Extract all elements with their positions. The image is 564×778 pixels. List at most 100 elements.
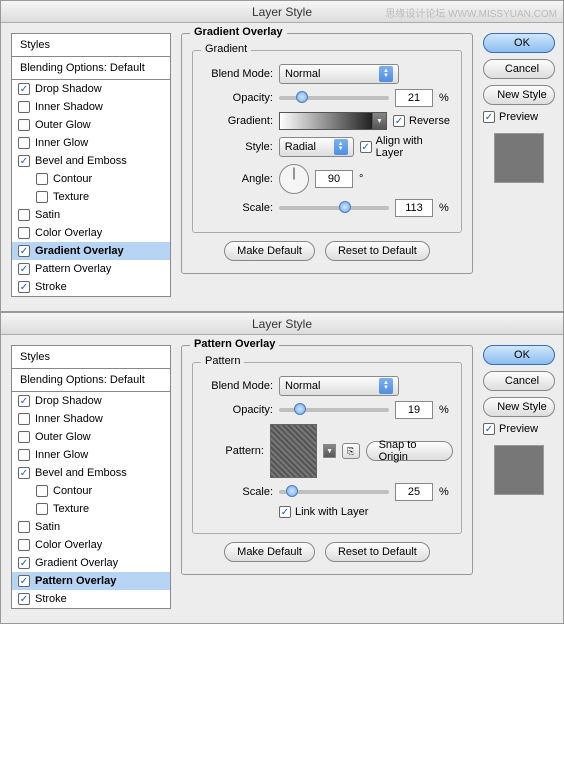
new-preset-button[interactable]: ⎘ xyxy=(342,443,360,459)
reset-default-button[interactable]: Reset to Default xyxy=(325,542,430,562)
cancel-button[interactable]: Cancel xyxy=(483,59,555,79)
style-item[interactable]: Gradient Overlay xyxy=(12,242,170,260)
style-item[interactable]: Pattern Overlay xyxy=(12,572,170,590)
blending-options[interactable]: Blending Options: Default xyxy=(12,57,170,80)
chevron-down-icon[interactable]: ▼ xyxy=(323,444,335,458)
pattern-swatch[interactable] xyxy=(270,424,317,478)
style-checkbox[interactable] xyxy=(36,173,48,185)
style-checkbox[interactable] xyxy=(18,263,30,275)
blending-options[interactable]: Blending Options: Default xyxy=(12,369,170,392)
slider[interactable] xyxy=(279,408,389,412)
number-input[interactable]: 19 xyxy=(395,401,433,419)
checkbox-icon[interactable] xyxy=(483,111,495,123)
dropdown[interactable]: Normal▲▼ xyxy=(279,64,399,84)
style-item[interactable]: Inner Shadow xyxy=(12,410,170,428)
number-input[interactable]: 90 xyxy=(315,170,353,188)
make-default-button[interactable]: Make Default xyxy=(224,241,315,261)
checkbox-option[interactable]: Reverse xyxy=(393,115,450,127)
style-item[interactable]: Inner Glow xyxy=(12,446,170,464)
new-style-button[interactable]: New Style xyxy=(483,85,555,105)
checkbox-icon[interactable] xyxy=(393,115,405,127)
slider-thumb[interactable] xyxy=(339,201,351,213)
style-item[interactable]: Outer Glow xyxy=(12,116,170,134)
style-item[interactable]: Texture xyxy=(12,188,170,206)
style-item[interactable]: Outer Glow xyxy=(12,428,170,446)
style-item[interactable]: Gradient Overlay xyxy=(12,554,170,572)
style-checkbox[interactable] xyxy=(18,101,30,113)
style-item[interactable]: Texture xyxy=(12,500,170,518)
style-item[interactable]: Inner Shadow xyxy=(12,98,170,116)
style-item[interactable]: Bevel and Emboss xyxy=(12,464,170,482)
style-item[interactable]: Satin xyxy=(12,518,170,536)
style-checkbox[interactable] xyxy=(18,431,30,443)
checkbox-icon[interactable] xyxy=(360,141,372,153)
angle-dial[interactable] xyxy=(279,164,309,194)
style-checkbox[interactable] xyxy=(18,521,30,533)
style-checkbox[interactable] xyxy=(18,227,30,239)
style-item[interactable]: Satin xyxy=(12,206,170,224)
style-checkbox[interactable] xyxy=(36,485,48,497)
slider-thumb[interactable] xyxy=(296,91,308,103)
dropdown[interactable]: Normal▲▼ xyxy=(279,376,399,396)
style-checkbox[interactable] xyxy=(18,593,30,605)
style-checkbox[interactable] xyxy=(18,395,30,407)
form-row: Opacity:21% xyxy=(201,89,453,107)
chevron-down-icon[interactable]: ▼ xyxy=(372,113,386,129)
style-checkbox[interactable] xyxy=(18,557,30,569)
style-item[interactable]: Pattern Overlay xyxy=(12,260,170,278)
ok-button[interactable]: OK xyxy=(483,33,555,53)
preview-checkbox[interactable]: Preview xyxy=(483,111,555,123)
style-checkbox[interactable] xyxy=(18,575,30,587)
snap-to-origin-button[interactable]: Snap to Origin xyxy=(366,441,453,461)
style-item[interactable]: Stroke xyxy=(12,278,170,296)
slider[interactable] xyxy=(279,206,389,210)
slider-thumb[interactable] xyxy=(286,485,298,497)
make-default-button[interactable]: Make Default xyxy=(224,542,315,562)
dropdown[interactable]: Radial▲▼ xyxy=(279,137,354,157)
style-item[interactable]: Stroke xyxy=(12,590,170,608)
style-checkbox[interactable] xyxy=(18,539,30,551)
preview-checkbox[interactable]: Preview xyxy=(483,423,555,435)
gradient-swatch[interactable]: ▼ xyxy=(279,112,387,130)
style-checkbox[interactable] xyxy=(18,449,30,461)
style-checkbox[interactable] xyxy=(18,467,30,479)
style-checkbox[interactable] xyxy=(18,245,30,257)
ok-button[interactable]: OK xyxy=(483,345,555,365)
cancel-button[interactable]: Cancel xyxy=(483,371,555,391)
form-row: Link with Layer xyxy=(201,506,453,518)
checkbox-option[interactable]: Link with Layer xyxy=(279,506,368,518)
style-checkbox[interactable] xyxy=(36,191,48,203)
style-checkbox[interactable] xyxy=(18,155,30,167)
style-checkbox[interactable] xyxy=(18,209,30,221)
style-item[interactable]: Drop Shadow xyxy=(12,392,170,410)
style-checkbox[interactable] xyxy=(18,137,30,149)
style-checkbox[interactable] xyxy=(18,413,30,425)
style-item[interactable]: Color Overlay xyxy=(12,536,170,554)
style-item[interactable]: Contour xyxy=(12,482,170,500)
style-item[interactable]: Inner Glow xyxy=(12,134,170,152)
slider[interactable] xyxy=(279,96,389,100)
style-item[interactable]: Drop Shadow xyxy=(12,80,170,98)
checkbox-label: Align with Layer xyxy=(376,135,453,159)
checkbox-icon[interactable] xyxy=(483,423,495,435)
slider[interactable] xyxy=(279,490,389,494)
chevron-updown-icon: ▲▼ xyxy=(379,66,393,82)
style-label: Satin xyxy=(35,209,60,221)
style-label: Inner Shadow xyxy=(35,101,103,113)
checkbox-option[interactable]: Align with Layer xyxy=(360,135,453,159)
number-input[interactable]: 113 xyxy=(395,199,433,217)
reset-default-button[interactable]: Reset to Default xyxy=(325,241,430,261)
style-checkbox[interactable] xyxy=(18,281,30,293)
slider-thumb[interactable] xyxy=(294,403,306,415)
style-checkbox[interactable] xyxy=(36,503,48,515)
style-label: Outer Glow xyxy=(35,431,91,443)
style-checkbox[interactable] xyxy=(18,119,30,131)
number-input[interactable]: 25 xyxy=(395,483,433,501)
style-item[interactable]: Contour xyxy=(12,170,170,188)
style-item[interactable]: Color Overlay xyxy=(12,224,170,242)
style-item[interactable]: Bevel and Emboss xyxy=(12,152,170,170)
checkbox-icon[interactable] xyxy=(279,506,291,518)
style-checkbox[interactable] xyxy=(18,83,30,95)
number-input[interactable]: 21 xyxy=(395,89,433,107)
new-style-button[interactable]: New Style xyxy=(483,397,555,417)
